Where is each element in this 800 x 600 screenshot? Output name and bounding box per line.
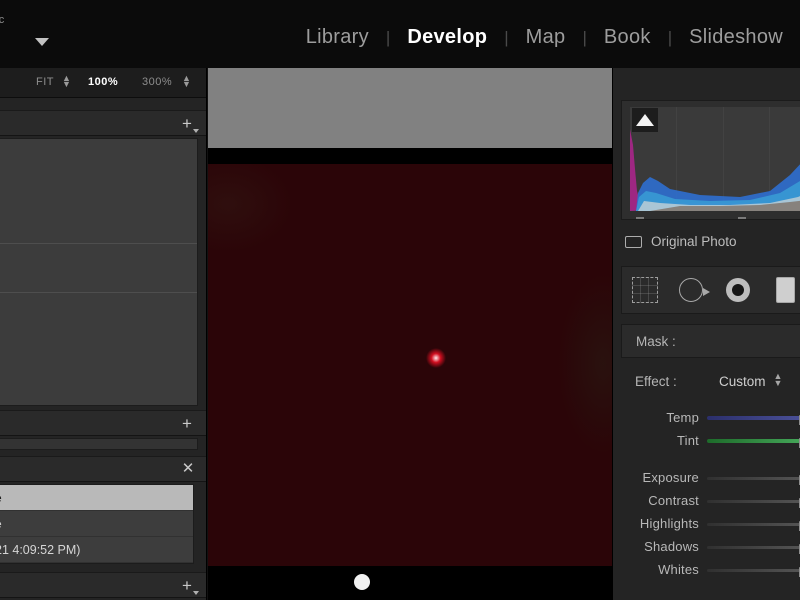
slider-track-shadows[interactable] bbox=[707, 546, 800, 549]
histogram-panel[interactable] bbox=[621, 100, 800, 220]
slider-label-highlights: Highlights bbox=[639, 516, 699, 531]
lightroom-develop-window: e Classic an Library|Develop|Map|Book|Sl… bbox=[0, 0, 800, 600]
shadow-clipping-indicator-icon[interactable] bbox=[632, 108, 658, 132]
slider-label-exposure: Exposure bbox=[642, 470, 699, 485]
navigator-zoom-bar: FIT ▲ ▼ 100% 300% ▲ ▼ bbox=[0, 68, 206, 98]
slider-tint[interactable]: Tint bbox=[621, 429, 800, 452]
crop-overlay-tool[interactable] bbox=[622, 267, 669, 313]
effect-stepper[interactable]: ▲ ▼ bbox=[773, 372, 783, 388]
chevron-down-icon bbox=[193, 591, 199, 595]
slider-highlights[interactable]: Highlights bbox=[621, 512, 800, 535]
histogram-readout bbox=[630, 213, 800, 225]
slider-track-whites[interactable] bbox=[707, 569, 800, 572]
graduated-filter-tool[interactable] bbox=[763, 267, 800, 313]
slider-track-highlights[interactable] bbox=[707, 523, 800, 526]
right-panel: Original Photo Mask : Effect : Custom ▲ … bbox=[612, 68, 800, 600]
slider-exposure[interactable]: Exposure bbox=[621, 466, 800, 489]
slider-whites[interactable]: Whites bbox=[621, 558, 800, 581]
photo-preview[interactable] bbox=[208, 164, 612, 600]
add-collection-button[interactable]: + bbox=[178, 577, 199, 595]
module-tab-book[interactable]: Book bbox=[587, 26, 668, 49]
mask-label: Mask : bbox=[636, 334, 676, 349]
history-item[interactable]: e bbox=[0, 511, 193, 537]
rectangle-icon bbox=[625, 236, 642, 248]
photo-shading-overlay bbox=[208, 164, 612, 600]
slider-contrast[interactable]: Contrast bbox=[621, 489, 800, 512]
slider-track-exposure[interactable] bbox=[707, 477, 800, 480]
red-eye-icon bbox=[726, 278, 750, 302]
zoom-level-300[interactable]: 300% bbox=[142, 76, 172, 88]
spot-circle-icon bbox=[679, 278, 710, 302]
tool-strip bbox=[621, 266, 800, 314]
stepper-down-glyph: ▼ bbox=[62, 79, 71, 89]
slider-track-contrast[interactable] bbox=[707, 500, 800, 503]
history-panel-header[interactable]: ✕ bbox=[0, 456, 206, 482]
presets-divider bbox=[0, 292, 197, 293]
presets-panel-header[interactable]: + bbox=[0, 110, 206, 136]
image-canvas[interactable] bbox=[208, 68, 612, 600]
identity-plate[interactable]: an bbox=[0, 28, 1, 54]
original-photo-label: Original Photo bbox=[651, 234, 737, 249]
effect-row[interactable]: Effect : Custom ▲ ▼ bbox=[621, 368, 800, 400]
stepper-down-glyph: ▼ bbox=[182, 79, 191, 89]
slider-shadows[interactable]: Shadows bbox=[621, 535, 800, 558]
crop-grid-icon bbox=[632, 277, 658, 303]
original-photo-row[interactable]: Original Photo bbox=[621, 232, 800, 254]
module-tab-develop[interactable]: Develop bbox=[390, 26, 504, 49]
effect-value[interactable]: Custom bbox=[719, 374, 766, 389]
collections-panel-header[interactable]: + bbox=[0, 572, 206, 598]
canvas-letterbox-bottom bbox=[208, 566, 612, 600]
spot-removal-tool[interactable] bbox=[669, 267, 716, 313]
slider-label-whites: Whites bbox=[658, 562, 699, 577]
white-dot-pin-icon[interactable] bbox=[354, 574, 370, 590]
zoom-fit-stepper[interactable]: ▲ ▼ bbox=[62, 74, 71, 89]
slider-track-temp[interactable] bbox=[707, 416, 800, 420]
mask-row[interactable]: Mask : bbox=[621, 324, 800, 358]
left-panel: FIT ▲ ▼ 100% 300% ▲ ▼ + + ✕ 21 4:09:52 P… bbox=[0, 68, 207, 600]
module-picker: Library | Develop | Map | Book | Slideshow bbox=[289, 26, 800, 49]
slider-label-shadows: Shadows bbox=[644, 539, 699, 554]
snapshots-list[interactable] bbox=[0, 438, 198, 450]
identity-caret-icon[interactable] bbox=[35, 38, 49, 46]
module-tab-map[interactable]: Map bbox=[509, 26, 583, 49]
slider-label-temp: Temp bbox=[666, 410, 699, 425]
zoom-level-fit[interactable]: FIT bbox=[36, 76, 54, 88]
zoom-level-100[interactable]: 100% bbox=[88, 76, 118, 88]
red-eye-correction-tool[interactable] bbox=[716, 267, 763, 313]
presets-list[interactable] bbox=[0, 138, 198, 406]
module-tab-slideshow[interactable]: Slideshow bbox=[672, 26, 800, 49]
rectangle-filter-icon bbox=[776, 277, 795, 303]
slider-temp[interactable]: Temp bbox=[621, 406, 800, 429]
module-tab-library[interactable]: Library bbox=[289, 26, 386, 49]
slider-track-tint[interactable] bbox=[707, 439, 800, 443]
effect-label: Effect : bbox=[635, 374, 677, 389]
canvas-backdrop-top bbox=[208, 68, 612, 148]
clear-history-button[interactable]: ✕ bbox=[180, 461, 196, 477]
top-bar: e Classic an Library|Develop|Map|Book|Sl… bbox=[0, 0, 800, 68]
adjustment-sliders: Temp Tint Exposure Contrast Highlights Shadow… bbox=[621, 406, 800, 581]
stepper-down-glyph: ▼ bbox=[773, 378, 783, 388]
history-item[interactable]: e bbox=[0, 485, 193, 511]
chevron-down-icon bbox=[193, 129, 199, 133]
histogram-plot[interactable] bbox=[630, 107, 800, 211]
slider-label-tint: Tint bbox=[677, 433, 699, 448]
add-snapshot-button[interactable]: + bbox=[178, 415, 196, 433]
history-item[interactable]: 21 4:09:52 PM) bbox=[0, 537, 193, 563]
history-list[interactable]: ee21 4:09:52 PM) bbox=[0, 484, 194, 564]
slider-label-contrast: Contrast bbox=[648, 493, 699, 508]
snapshots-panel-header[interactable]: + bbox=[0, 410, 206, 436]
add-preset-button[interactable]: + bbox=[178, 115, 199, 133]
zoom-300-stepper[interactable]: ▲ ▼ bbox=[182, 74, 191, 89]
app-title: e Classic bbox=[0, 14, 5, 26]
